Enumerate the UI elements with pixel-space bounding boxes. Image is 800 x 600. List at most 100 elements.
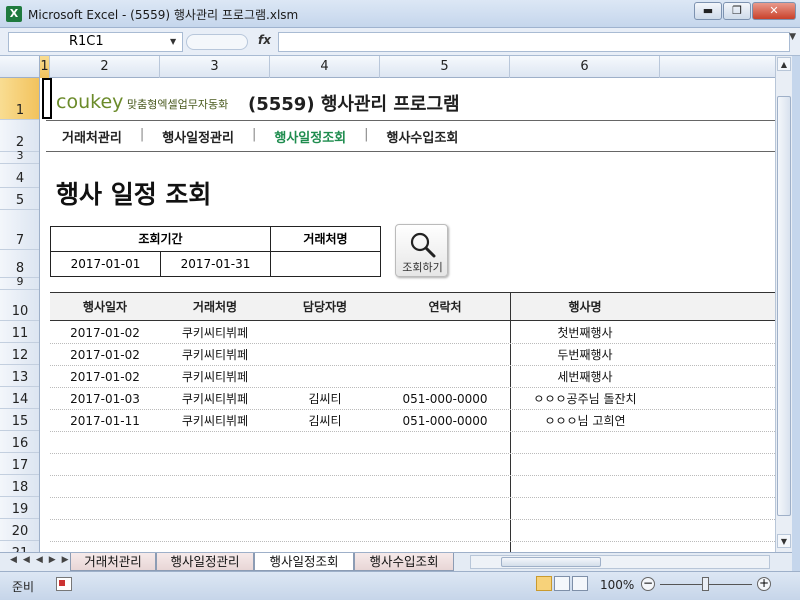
table-row[interactable]: 2017-01-02 쿠키씨티뷔페 세번째행사 [50, 366, 775, 388]
worksheet[interactable]: coukey 맞춤형엑셀업무자동화 (5559) 행사관리 프로그램 거래처관리… [40, 78, 775, 552]
table-row[interactable] [50, 476, 775, 498]
table-header-cell: 연락처 [428, 300, 462, 314]
row-header[interactable]: 5 [0, 188, 39, 210]
column-headers: 1 2 3 4 5 6 [0, 56, 800, 78]
normal-view-icon[interactable] [536, 576, 552, 591]
chevron-down-icon[interactable]: ▼ [789, 32, 796, 42]
client-label: 거래처명 [271, 227, 380, 252]
table-row[interactable] [50, 454, 775, 476]
search-button-label: 조회하기 [402, 261, 443, 274]
table-header-cell: 행사명 [568, 300, 602, 314]
row-header[interactable]: 15 [0, 409, 39, 431]
cell-event: ㅇㅇㅇ공주님 돌잔치 [533, 392, 637, 406]
page-layout-view-icon[interactable] [554, 576, 570, 591]
row-header[interactable]: 17 [0, 453, 39, 475]
scroll-thumb[interactable] [501, 557, 601, 567]
row-header[interactable]: 18 [0, 475, 39, 497]
column-header[interactable]: 6 [510, 56, 660, 78]
cell-date: 2017-01-03 [70, 392, 140, 406]
row-headers: 1 2 3 4 5 7 8 9 10 11 12 13 14 15 16 17 … [0, 78, 40, 552]
function-area: fx [186, 32, 276, 52]
formula-bar-splitter[interactable] [186, 34, 248, 50]
cell-contact: 051-000-0000 [402, 414, 488, 428]
table-row[interactable]: 2017-01-03 쿠키씨티뷔페 김씨티 051-000-0000 ㅇㅇㅇ공주… [50, 388, 775, 410]
zoom-in-button[interactable]: + [757, 577, 771, 591]
excel-icon: X [6, 6, 22, 22]
column-header[interactable]: 3 [160, 56, 270, 78]
tab-clients[interactable]: 거래처관리 [70, 553, 156, 571]
name-box[interactable]: R1C1 [8, 32, 183, 52]
row-header[interactable]: 8 [0, 250, 39, 278]
menu-separator: | [364, 127, 369, 142]
cell-event: ㅇㅇㅇ님 고희연 [544, 414, 626, 428]
table-row[interactable] [50, 498, 775, 520]
horizontal-scrollbar[interactable] [470, 555, 770, 569]
table-row[interactable]: 2017-01-11 쿠키씨티뷔페 김씨티 051-000-0000 ㅇㅇㅇ님 … [50, 410, 775, 432]
insert-function-icon[interactable]: fx [258, 33, 271, 47]
cell-contact [380, 344, 510, 366]
vertical-scrollbar[interactable]: ▲ ▼ [775, 56, 792, 552]
row-header[interactable]: 10 [0, 290, 39, 321]
select-all-corner[interactable] [0, 56, 40, 78]
formula-bar: R1C1 ▼ fx ▼ [0, 28, 800, 56]
menu-item-clients[interactable]: 거래처관리 [58, 127, 126, 146]
row-header[interactable]: 14 [0, 387, 39, 409]
coukey-logo: coukey [56, 91, 124, 113]
scroll-up-icon[interactable]: ▲ [777, 57, 791, 71]
window-frame [792, 56, 800, 600]
sheet-tab-bar: ◀◀◀▶▶▶ 거래처관리 행사일정관리 행사일정조회 행사수입조회 [0, 552, 792, 571]
start-date-field[interactable]: 2017-01-01 [51, 252, 161, 276]
column-header[interactable]: 5 [380, 56, 510, 78]
row-header[interactable]: 21 [0, 541, 39, 552]
table-header: 행사일자 거래처명 담당자명 연락처 행사명 [50, 292, 775, 321]
page-break-view-icon[interactable] [572, 576, 588, 591]
menu-item-income-query[interactable]: 행사수입조회 [383, 127, 463, 146]
divider [46, 151, 775, 152]
row-header[interactable]: 1 [0, 78, 39, 120]
row-header[interactable]: 11 [0, 321, 39, 343]
row-header[interactable]: 9 [0, 275, 39, 290]
row-header[interactable]: 20 [0, 519, 39, 541]
row-header[interactable]: 16 [0, 431, 39, 453]
table-row[interactable] [50, 432, 775, 454]
scroll-thumb[interactable] [777, 96, 791, 516]
row-header[interactable]: 2 [0, 120, 39, 152]
minimize-button[interactable]: ▬ [694, 2, 722, 20]
row-header[interactable]: 12 [0, 343, 39, 365]
end-date-field[interactable]: 2017-01-31 [161, 252, 271, 276]
menu-item-event-schedule[interactable]: 행사일정관리 [158, 127, 238, 146]
tab-schedule-query[interactable]: 행사일정조회 [254, 553, 354, 571]
column-header[interactable]: 4 [270, 56, 380, 78]
cell-client: 쿠키씨티뷔페 [181, 326, 249, 340]
formula-input[interactable] [278, 32, 790, 52]
close-button[interactable]: ✕ [752, 2, 796, 20]
cell-manager [270, 366, 380, 388]
menu-item-schedule-query[interactable]: 행사일정조회 [270, 127, 350, 146]
client-name-field[interactable] [271, 252, 380, 276]
cell-date: 2017-01-02 [70, 370, 140, 384]
column-header[interactable]: 2 [50, 56, 160, 78]
title-bar: X Microsoft Excel - (5559) 행사관리 프로그램.xls… [0, 0, 800, 28]
row-header[interactable]: 19 [0, 497, 39, 519]
tab-income-query[interactable]: 행사수입조회 [354, 553, 454, 571]
scroll-down-icon[interactable]: ▼ [777, 534, 791, 548]
chevron-down-icon[interactable]: ▼ [170, 37, 176, 46]
restore-button[interactable]: ❐ [723, 2, 751, 20]
zoom-out-button[interactable]: − [641, 577, 655, 591]
macro-record-icon[interactable] [56, 577, 72, 591]
cell-date: 2017-01-11 [70, 414, 140, 428]
table-row[interactable]: 2017-01-02 쿠키씨티뷔페 첫번째행사 [50, 322, 775, 344]
tab-event-schedule[interactable]: 행사일정관리 [156, 553, 254, 571]
table-row[interactable] [50, 520, 775, 542]
column-header[interactable]: 1 [40, 56, 50, 78]
zoom-level[interactable]: 100% [600, 578, 634, 592]
zoom-slider-thumb[interactable] [702, 577, 709, 591]
cell-contact [380, 366, 510, 388]
table-row[interactable]: 2017-01-02 쿠키씨티뷔페 두번째행사 [50, 344, 775, 366]
search-button[interactable]: 조회하기 [395, 224, 448, 277]
row-header[interactable]: 13 [0, 365, 39, 387]
sheet-menu: 거래처관리 | 행사일정관리 | 행사일정조회 | 행사수입조회 [58, 127, 462, 146]
row-header[interactable]: 7 [0, 210, 39, 250]
row-header[interactable]: 4 [0, 164, 39, 188]
row-header[interactable]: 3 [0, 149, 39, 164]
